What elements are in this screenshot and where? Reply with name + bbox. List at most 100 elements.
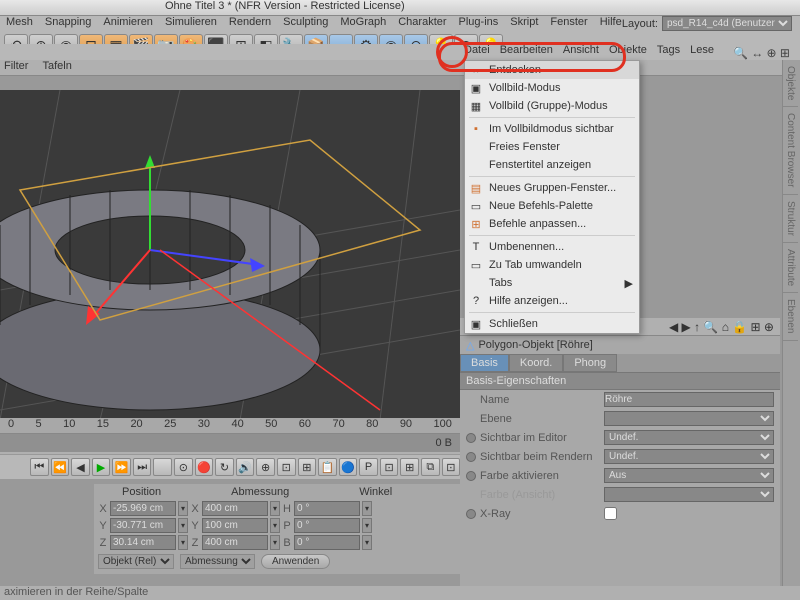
- menu-rendern[interactable]: Rendern: [229, 16, 271, 32]
- ctx-tabs[interactable]: Tabs▶: [465, 274, 639, 292]
- transport-btn-5[interactable]: ⏭: [133, 458, 152, 476]
- transport-btn-16[interactable]: P: [359, 458, 378, 476]
- menu-mesh[interactable]: Mesh: [6, 16, 33, 32]
- transport-btn-12[interactable]: ⊡: [277, 458, 296, 476]
- attr-tab-koord.[interactable]: Koord.: [509, 354, 563, 372]
- attr-ebene[interactable]: [604, 411, 774, 426]
- submenu-ansicht[interactable]: Ansicht: [563, 44, 599, 60]
- timeline[interactable]: 051015202530405060708090100 0 B: [0, 418, 460, 454]
- menu-simulieren[interactable]: Simulieren: [165, 16, 217, 32]
- attr-sichtbar-beim-rendern[interactable]: Undef.: [604, 449, 774, 464]
- submenu-datei[interactable]: Datei: [464, 44, 490, 60]
- transport-btn-7[interactable]: ⊙: [174, 458, 193, 476]
- coord-X-dim[interactable]: [202, 501, 268, 516]
- attr-tab-phong[interactable]: Phong: [563, 354, 617, 372]
- submenu-lese[interactable]: Lese: [690, 44, 714, 60]
- context-menu: ↔Entdocken▣Vollbild-Modus▦Vollbild (Grup…: [464, 60, 640, 334]
- menu-fenster[interactable]: Fenster: [550, 16, 587, 32]
- layout-label: Layout:: [622, 18, 658, 30]
- menu-sculpting[interactable]: Sculpting: [283, 16, 328, 32]
- object-type-icon: △: [466, 339, 474, 352]
- transport-btn-18[interactable]: ⊞: [400, 458, 419, 476]
- tab-tafeln[interactable]: Tafeln: [42, 60, 71, 75]
- transport-btn-2[interactable]: ◀: [71, 458, 90, 476]
- ctx-fenstertitel-anzeigen: Fenstertitel anzeigen: [465, 156, 639, 174]
- object-header: △ Polygon-Objekt [Röhre]: [460, 336, 780, 354]
- attr-farbe--ansicht-: [604, 487, 774, 502]
- ctx-vollbild-modus[interactable]: ▣Vollbild-Modus: [465, 79, 639, 97]
- viewport-tabs: Filter Tafeln: [0, 60, 800, 76]
- coord-dim-select[interactable]: Abmessung: [180, 554, 255, 569]
- panel-tool-icons[interactable]: 🔍 ↔ ⊕ ⊞: [733, 46, 790, 60]
- layout-selector: Layout: psd_R14_c4d (Benutzer): [622, 16, 792, 31]
- right-sidebar-tabs: ObjekteContent BrowserStrukturAttributeE…: [782, 60, 800, 600]
- transport-btn-17[interactable]: ⊡: [380, 458, 399, 476]
- submenu-tags[interactable]: Tags: [657, 44, 680, 60]
- transport-bar: ⏮⏪◀▶⏩⏭⊙🔴↻🔊⊕⊡⊞📋🔵P⊡⊞⧉⊡: [0, 455, 460, 479]
- sidetab-attribute[interactable]: Attribute: [783, 243, 798, 293]
- attribute-panel: ▦ ◀ ▶ ↑ 🔍 ⌂ 🔒 ⊞ ⊕ △ Polygon-Objekt [Röhr…: [460, 318, 780, 600]
- transport-btn-20[interactable]: ⊡: [442, 458, 461, 476]
- coord-mode-select[interactable]: Objekt (Rel): [98, 554, 174, 569]
- timeline-track[interactable]: 0 B: [0, 434, 460, 452]
- ctx-befehle-anpassen---[interactable]: ⊞Befehle anpassen...: [465, 215, 639, 233]
- transport-btn-14[interactable]: 📋: [318, 458, 337, 476]
- attr-farbe-aktivieren[interactable]: Aus: [604, 468, 774, 483]
- transport-btn-15[interactable]: 🔵: [339, 458, 358, 476]
- sidetab-content browser[interactable]: Content Browser: [783, 107, 798, 194]
- submenu-objekte[interactable]: Objekte: [609, 44, 647, 60]
- coord-P-ang[interactable]: [294, 518, 360, 533]
- transport-btn-0[interactable]: ⏮: [30, 458, 49, 476]
- ctx-neue-befehls-palette[interactable]: ▭Neue Befehls-Palette: [465, 197, 639, 215]
- transport-btn-9[interactable]: ↻: [215, 458, 234, 476]
- ctx-hilfe-anzeigen---[interactable]: ?Hilfe anzeigen...: [465, 292, 639, 310]
- sidetab-struktur[interactable]: Struktur: [783, 195, 798, 243]
- attr-name[interactable]: [604, 392, 774, 407]
- coord-Y-pos[interactable]: [110, 518, 176, 533]
- transport-btn-10[interactable]: 🔊: [236, 458, 255, 476]
- transport-btn-6[interactable]: [153, 458, 172, 476]
- transport-btn-11[interactable]: ⊕: [256, 458, 275, 476]
- ctx-vollbild--gruppe--modus[interactable]: ▦Vollbild (Gruppe)-Modus: [465, 97, 639, 115]
- ctx-entdocken[interactable]: ↔Entdocken: [465, 61, 639, 79]
- menu-charakter[interactable]: Charakter: [398, 16, 446, 32]
- ctx-freies-fenster[interactable]: Freies Fenster: [465, 138, 639, 156]
- menu-skript[interactable]: Skript: [510, 16, 538, 32]
- menu-animieren[interactable]: Animieren: [103, 16, 153, 32]
- ctx-im-vollbildmodus-sichtbar[interactable]: ▪Im Vollbildmodus sichtbar: [465, 120, 639, 138]
- apply-button[interactable]: Anwenden: [261, 554, 330, 569]
- attr-xray[interactable]: [604, 506, 617, 521]
- ctx-neues-gruppen-fenster---[interactable]: ▤Neues Gruppen-Fenster...: [465, 179, 639, 197]
- menu-hilfe[interactable]: Hilfe: [600, 16, 622, 32]
- sidetab-ebenen[interactable]: Ebenen: [783, 293, 798, 340]
- transport-btn-13[interactable]: ⊞: [298, 458, 317, 476]
- submenu-bearbeiten[interactable]: Bearbeiten: [500, 44, 553, 60]
- menu-snapping[interactable]: Snapping: [45, 16, 92, 32]
- menu-mograph[interactable]: MoGraph: [340, 16, 386, 32]
- menu-plug-ins[interactable]: Plug-ins: [459, 16, 499, 32]
- layout-dropdown[interactable]: psd_R14_c4d (Benutzer): [662, 16, 792, 31]
- timeline-ruler: 051015202530405060708090100: [0, 418, 460, 434]
- attr-sichtbar-im-editor[interactable]: Undef.: [604, 430, 774, 445]
- transport-btn-3[interactable]: ▶: [92, 458, 111, 476]
- attribute-nav[interactable]: ◀ ▶ ↑ 🔍 ⌂ 🔒 ⊞ ⊕: [669, 320, 774, 334]
- transport-btn-8[interactable]: 🔴: [195, 458, 214, 476]
- transport-btn-19[interactable]: ⧉: [421, 458, 440, 476]
- coord-B-ang[interactable]: [294, 535, 360, 550]
- coord-X-pos[interactable]: [110, 501, 176, 516]
- ctx-schlie-en[interactable]: ▣Schließen: [465, 315, 639, 333]
- coord-H-ang[interactable]: [294, 501, 360, 516]
- attribute-tabs: BasisKoord.Phong: [460, 354, 780, 372]
- transport-btn-4[interactable]: ⏩: [112, 458, 131, 476]
- ctx-umbenennen---[interactable]: TUmbenennen...: [465, 238, 639, 256]
- coord-Z-pos[interactable]: [110, 535, 176, 550]
- 3d-viewport[interactable]: [0, 90, 460, 420]
- coord-Y-dim[interactable]: [202, 518, 268, 533]
- attr-tab-basis[interactable]: Basis: [460, 354, 509, 372]
- tab-filter[interactable]: Filter: [4, 60, 28, 75]
- window-titlebar: Ohne Titel 3 * (NFR Version - Restricted…: [0, 0, 800, 16]
- sidetab-objekte[interactable]: Objekte: [783, 60, 798, 107]
- transport-btn-1[interactable]: ⏪: [51, 458, 70, 476]
- status-bar: aximieren in der Reihe/Spalte: [0, 586, 800, 600]
- coord-Z-dim[interactable]: [202, 535, 268, 550]
